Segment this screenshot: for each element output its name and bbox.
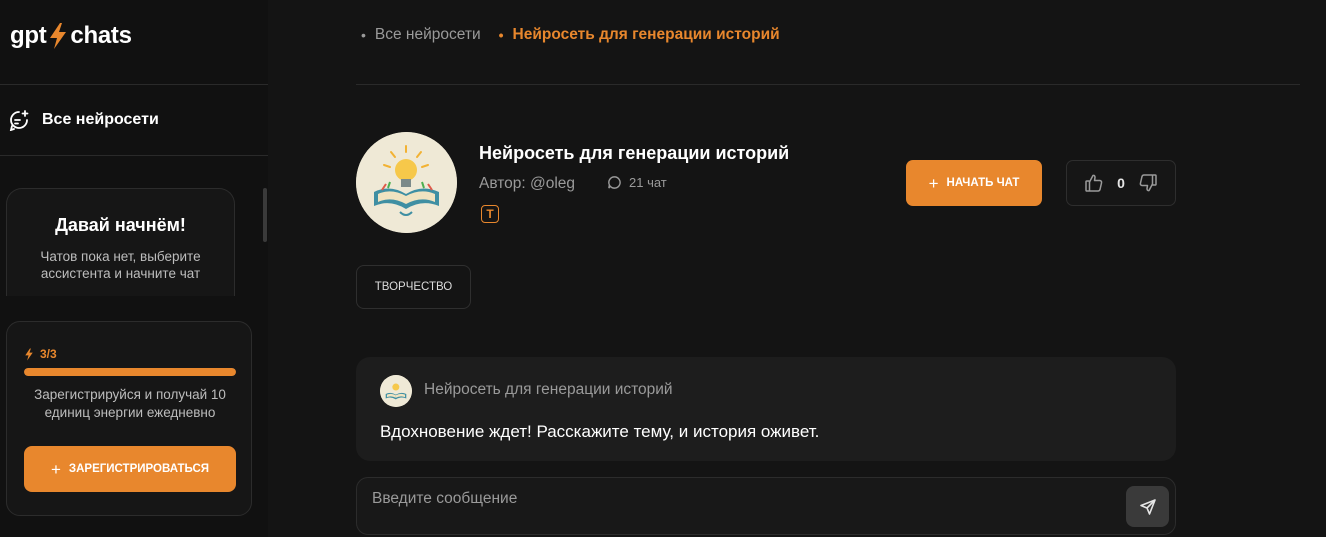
register-button[interactable]: + ЗАРЕГИСТРИРОВАТЬСЯ: [24, 446, 236, 492]
breadcrumb-item-all[interactable]: • Все нейросети: [361, 26, 481, 44]
vote-box: 0: [1066, 160, 1176, 206]
paper-plane-icon: [1139, 498, 1157, 516]
chat-count-label: 21 чат: [629, 175, 667, 190]
assistant-message: Нейросеть для генерации историй Вдохнове…: [356, 357, 1176, 461]
welcome-title: Давай начнём!: [55, 215, 186, 235]
sidebar-scrollbar[interactable]: [263, 188, 267, 242]
bot-title: Нейросеть для генерации историй: [479, 143, 790, 163]
plus-icon: +: [928, 173, 939, 193]
breadcrumb-label: Нейросеть для генерации историй: [512, 26, 780, 43]
bot-author[interactable]: Автор: @oleg: [479, 175, 575, 193]
breadcrumb-item-current[interactable]: • Нейросеть для генерации историй: [499, 26, 780, 44]
logo[interactable]: gpt chats: [10, 20, 132, 52]
register-button-label: ЗАРЕГИСТРИРОВАТЬСЯ: [68, 463, 210, 475]
sparkle-chat-icon: [8, 109, 30, 131]
energy-card: 3/3 Зарегистрируйся и получай 10 единиц …: [6, 321, 252, 516]
start-chat-button[interactable]: + НАЧАТЬ ЧАТ: [906, 160, 1042, 206]
energy-progress-fill: [24, 368, 236, 376]
welcome-text: Чатов пока нет, выберите ассистента и на…: [40, 249, 201, 281]
speech-bubble-icon: [607, 175, 622, 190]
lightning-bolt-icon: [24, 347, 34, 361]
breadcrumb-label: Все нейросети: [374, 26, 481, 43]
energy-progress-bar: [24, 368, 236, 376]
message-author: Нейросеть для генерации историй: [424, 381, 673, 398]
energy-counter: 3/3: [40, 347, 57, 361]
sidebar: gpt chats Все нейросети Давай начнём! Ча…: [0, 0, 268, 537]
sidebar-item-all-networks[interactable]: Все нейросети: [0, 85, 268, 155]
message-avatar: [380, 375, 412, 407]
logo-text-left: gpt: [10, 22, 47, 49]
like-count: 0: [1117, 175, 1125, 191]
energy-text: Зарегистрируйся и получай 10 единиц энер…: [34, 387, 226, 420]
energy-header: 3/3: [24, 347, 57, 361]
bullet: •: [361, 27, 366, 43]
start-chat-label: НАЧАТЬ ЧАТ: [946, 177, 1020, 189]
message-text: Вдохновение ждет! Расскажите тему, и ист…: [380, 422, 820, 441]
category-tag[interactable]: ТВОРЧЕСТВО: [356, 265, 471, 309]
lightning-bolt-icon: [48, 22, 68, 50]
logo-text-right: chats: [70, 22, 132, 49]
plus-icon: +: [50, 459, 61, 479]
header-divider: [356, 84, 1300, 85]
thumbs-down-icon[interactable]: [1138, 173, 1158, 193]
send-button[interactable]: [1126, 486, 1169, 527]
message-composer: [356, 477, 1176, 535]
sidebar-divider: [0, 155, 268, 156]
bot-avatar: [356, 132, 457, 233]
welcome-card: Давай начнём! Чатов пока нет, выберите а…: [6, 188, 235, 296]
sidebar-item-label: Все нейросети: [42, 111, 159, 128]
thumbs-up-icon[interactable]: [1084, 173, 1104, 193]
bot-chat-count: 21 чат: [607, 175, 667, 190]
breadcrumb: • Все нейросети • Нейросеть для генераци…: [361, 26, 780, 44]
text-type-badge: T: [481, 205, 499, 223]
app-root: gpt chats Все нейросети Давай начнём! Ча…: [0, 0, 1326, 537]
message-input[interactable]: [372, 488, 1112, 510]
bullet: •: [498, 27, 504, 43]
